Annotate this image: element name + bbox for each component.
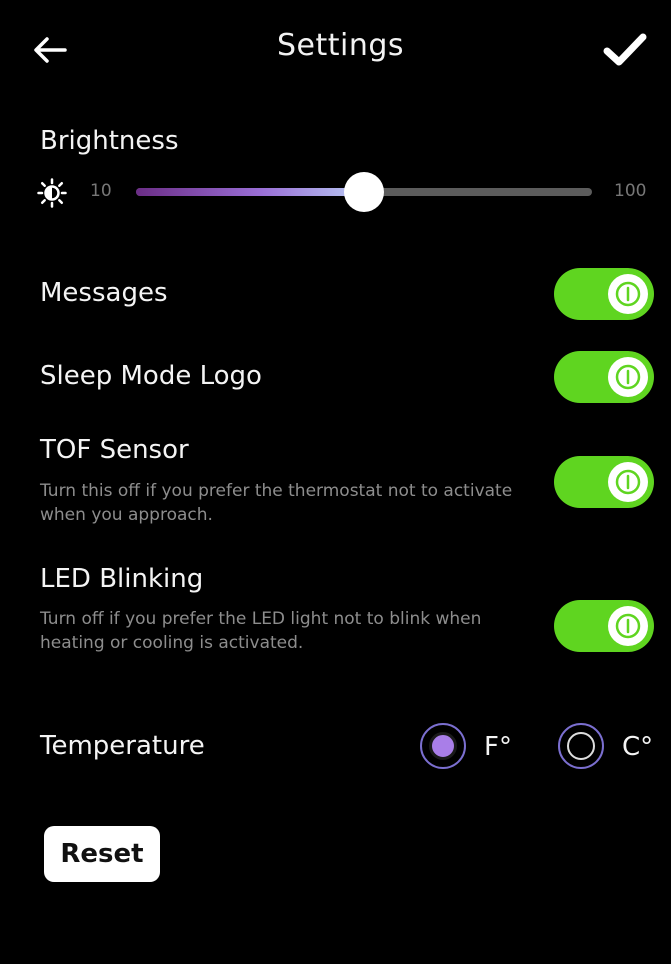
power-icon (615, 613, 641, 639)
led-blinking-toggle[interactable] (554, 600, 654, 652)
settings-screen: Settings Brightness 10 100 Messages Slee… (10, 10, 671, 964)
reset-button[interactable]: Reset (44, 826, 160, 882)
tof-sensor-label: TOF Sensor (40, 435, 189, 465)
page-title: Settings (276, 28, 405, 63)
confirm-button[interactable] (600, 28, 650, 72)
tof-sensor-description: Turn this off if you prefer the thermost… (40, 481, 513, 525)
messages-label: Messages (40, 278, 168, 308)
tof-sensor-toggle[interactable] (554, 456, 654, 508)
led-blinking-description: Turn off if you prefer the LED light not… (40, 609, 482, 653)
sun-icon (37, 178, 67, 208)
slider-fill (136, 188, 364, 196)
brightness-min-label: 10 (90, 181, 112, 201)
fahrenheit-label: F° (484, 732, 512, 762)
power-icon (615, 364, 641, 390)
sleep-mode-logo-label: Sleep Mode Logo (40, 361, 262, 391)
celsius-label: C° (622, 732, 654, 762)
fahrenheit-radio[interactable] (420, 723, 466, 769)
messages-toggle[interactable] (554, 268, 654, 320)
celsius-radio[interactable] (558, 723, 604, 769)
toggle-knob (608, 606, 648, 646)
brightness-slider[interactable] (136, 172, 592, 212)
toggle-knob (608, 357, 648, 397)
led-blinking-label: LED Blinking (40, 564, 204, 594)
toggle-knob (608, 462, 648, 502)
brightness-label: Brightness (40, 126, 179, 156)
sleep-mode-logo-toggle[interactable] (554, 351, 654, 403)
radio-ring (567, 732, 595, 760)
radio-dot (429, 732, 457, 760)
brightness-max-label: 100 (614, 181, 647, 201)
slider-thumb[interactable] (344, 172, 384, 212)
power-icon (615, 281, 641, 307)
checkmark-icon (603, 33, 647, 66)
header: Settings (10, 10, 671, 88)
power-icon (615, 469, 641, 495)
toggle-knob (608, 274, 648, 314)
temperature-label: Temperature (40, 731, 205, 761)
